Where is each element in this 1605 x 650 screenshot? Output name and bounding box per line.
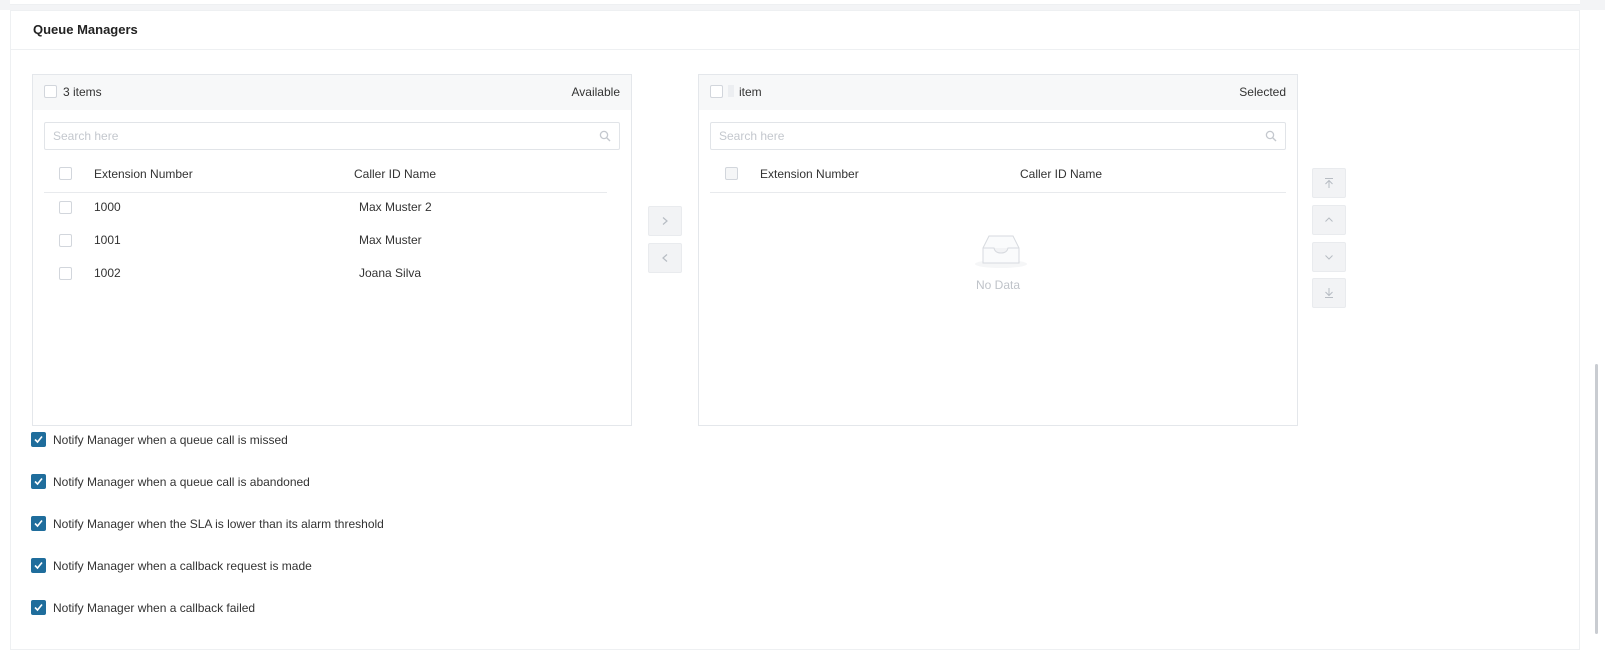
column-header-caller-id[interactable]: Caller ID Name xyxy=(1020,167,1102,181)
notify-missed-label[interactable]: Notify Manager when a queue call is miss… xyxy=(53,433,288,447)
column-header-extension[interactable]: Extension Number xyxy=(760,167,859,181)
chevron-right-icon xyxy=(662,217,668,225)
available-header-label: Available xyxy=(571,85,620,99)
selected-panel-header: item Selected xyxy=(699,75,1297,110)
move-to-selected-button[interactable] xyxy=(648,206,682,236)
chevron-left-icon xyxy=(662,254,668,262)
selected-table-select-all-checkbox[interactable] xyxy=(725,167,738,180)
move-bottom-icon xyxy=(1325,288,1333,298)
row-caller-id: Joana Silva xyxy=(359,266,422,280)
empty-state-text: No Data xyxy=(975,278,1021,292)
checkmark-icon xyxy=(34,519,43,528)
selected-panel: item Selected Extension Number Caller ID… xyxy=(698,74,1298,426)
move-top-icon xyxy=(1325,178,1333,188)
move-to-top-button[interactable] xyxy=(1312,168,1346,198)
row-extension: 1002 xyxy=(94,266,121,280)
notify-abandoned-checkbox[interactable] xyxy=(31,474,46,489)
move-up-button[interactable] xyxy=(1312,205,1346,235)
selected-search-field[interactable] xyxy=(710,122,1286,150)
column-header-caller-id[interactable]: Caller ID Name xyxy=(354,167,436,181)
move-up-icon xyxy=(1325,217,1333,222)
available-select-all-checkbox[interactable] xyxy=(44,85,57,98)
available-table-select-all-checkbox[interactable] xyxy=(59,167,72,180)
empty-inbox-icon xyxy=(975,235,1027,268)
row-caller-id: Max Muster xyxy=(359,233,422,247)
checkmark-icon xyxy=(34,435,43,444)
available-search-field[interactable] xyxy=(44,122,620,150)
notify-callback-failed-label[interactable]: Notify Manager when a callback failed xyxy=(53,601,255,615)
selected-select-all-checkbox[interactable] xyxy=(710,85,723,98)
selected-header-label: Selected xyxy=(1239,85,1286,99)
row-checkbox[interactable] xyxy=(59,267,72,280)
notify-missed-checkbox[interactable] xyxy=(31,432,46,447)
move-to-available-button[interactable] xyxy=(648,243,682,273)
checkmark-icon xyxy=(34,477,43,486)
header-divider xyxy=(710,192,1286,193)
row-checkbox[interactable] xyxy=(59,234,72,247)
row-extension: 1000 xyxy=(94,200,121,214)
row-checkbox[interactable] xyxy=(59,201,72,214)
checkmark-icon xyxy=(34,561,43,570)
page-scrollbar[interactable] xyxy=(1595,364,1598,634)
checkmark-icon xyxy=(34,603,43,612)
section-title: Queue Managers xyxy=(33,22,138,37)
count-placeholder xyxy=(728,85,734,97)
selected-search-input[interactable] xyxy=(711,123,1285,149)
divider xyxy=(11,49,1579,50)
move-down-button[interactable] xyxy=(1312,242,1346,272)
selected-count: item xyxy=(739,85,762,99)
notify-callback-request-checkbox[interactable] xyxy=(31,558,46,573)
notify-sla-checkbox[interactable] xyxy=(31,516,46,531)
notify-callback-failed-checkbox[interactable] xyxy=(31,600,46,615)
available-panel: 3 items Available Extension Number Calle… xyxy=(32,74,632,426)
search-icon xyxy=(599,130,611,142)
header-divider xyxy=(44,192,607,193)
row-caller-id: Max Muster 2 xyxy=(359,200,432,214)
available-count: 3 items xyxy=(63,85,102,99)
available-panel-header: 3 items Available xyxy=(33,75,631,110)
notify-callback-request-label[interactable]: Notify Manager when a callback request i… xyxy=(53,559,312,573)
column-header-extension[interactable]: Extension Number xyxy=(94,167,193,181)
move-to-bottom-button[interactable] xyxy=(1312,278,1346,308)
available-search-input[interactable] xyxy=(45,123,619,149)
top-strip xyxy=(0,0,1605,10)
notify-abandoned-label[interactable]: Notify Manager when a queue call is aban… xyxy=(53,475,310,489)
row-extension: 1001 xyxy=(94,233,121,247)
search-icon xyxy=(1265,130,1277,142)
notify-sla-label[interactable]: Notify Manager when the SLA is lower tha… xyxy=(53,517,384,531)
move-down-icon xyxy=(1325,255,1333,260)
queue-managers-card: Queue Managers 3 items Available Extensi… xyxy=(10,10,1580,650)
